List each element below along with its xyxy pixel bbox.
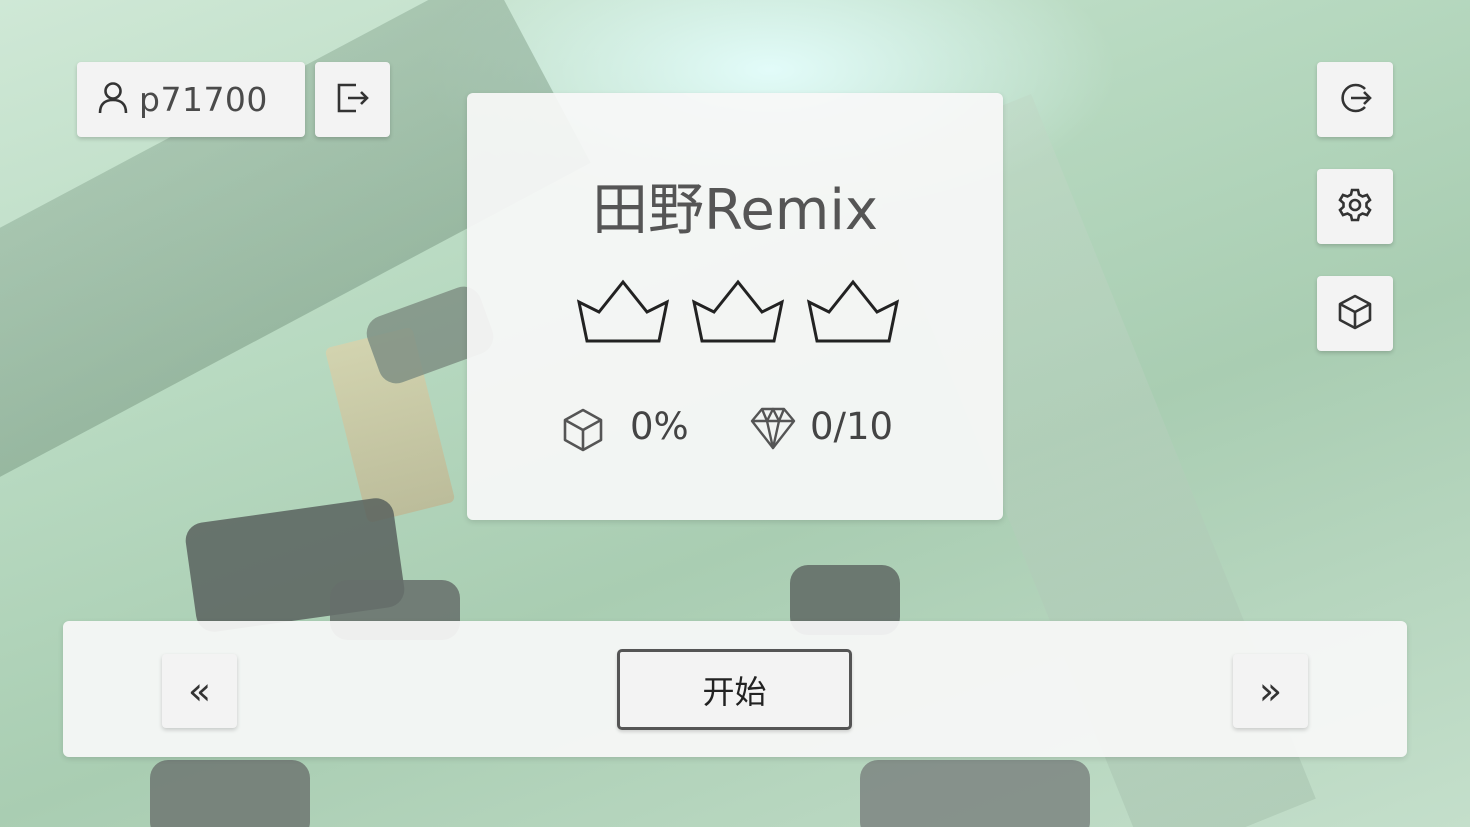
gems-value: 0/10 bbox=[810, 405, 894, 448]
start-button[interactable]: 开始 bbox=[617, 649, 852, 730]
crown-icon bbox=[807, 279, 899, 343]
exit-button[interactable] bbox=[315, 62, 390, 137]
cube-icon bbox=[1337, 293, 1373, 335]
level-info-card: 田野Remix 0% 0/10 bbox=[467, 93, 1003, 520]
cube-button[interactable] bbox=[1317, 276, 1393, 351]
chevron-double-left-icon: « bbox=[187, 669, 212, 713]
chevron-double-right-icon: » bbox=[1258, 669, 1283, 713]
crown-icon bbox=[577, 279, 669, 343]
exit-icon bbox=[336, 82, 370, 118]
level-stats: 0% 0/10 bbox=[467, 405, 1003, 455]
start-button-label: 开始 bbox=[702, 672, 767, 711]
progress-value: 0% bbox=[630, 405, 689, 448]
previous-level-button[interactable]: « bbox=[162, 654, 237, 728]
crown-icon bbox=[692, 279, 784, 343]
gear-icon bbox=[1337, 187, 1373, 227]
diamond-icon bbox=[750, 405, 796, 455]
logout-button[interactable] bbox=[1317, 62, 1393, 137]
settings-button[interactable] bbox=[1317, 169, 1393, 244]
crown-rating bbox=[577, 278, 899, 348]
next-level-button[interactable]: » bbox=[1233, 654, 1308, 728]
user-profile-button[interactable]: p71700 bbox=[77, 62, 305, 137]
progress-cube-icon bbox=[561, 407, 605, 457]
logout-icon bbox=[1337, 80, 1373, 120]
level-title: 田野Remix bbox=[591, 178, 879, 243]
username-label: p71700 bbox=[139, 80, 268, 119]
user-icon bbox=[97, 81, 129, 119]
